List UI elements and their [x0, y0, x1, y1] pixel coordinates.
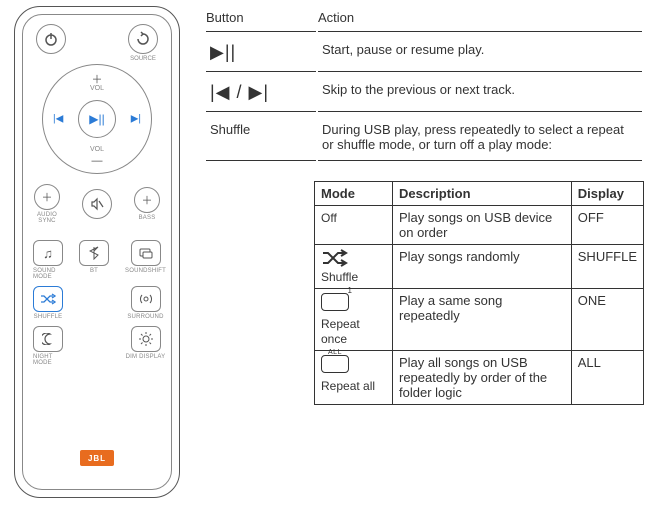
play-pause-icon: ▶|| [206, 34, 316, 72]
bt-label: BT [90, 268, 98, 274]
brand-logo: JBL [80, 450, 114, 466]
source-label: SOURCE [130, 56, 156, 62]
col-desc: Description [393, 182, 572, 206]
mode-table: Mode Description Display Off Play songs … [314, 181, 644, 405]
mode-repeat-all-disp: ALL [571, 351, 643, 405]
vol-label-top: VOL [90, 85, 104, 92]
night-mode-button [33, 326, 63, 352]
mode-repeat-once: Repeat once [321, 317, 360, 346]
vol-label-bot: VOL [90, 146, 104, 153]
next-track-icon: ▶| [131, 114, 141, 125]
col-action: Action [318, 6, 642, 32]
soundshift-label: SOUNDSHIFT [125, 268, 166, 274]
col-mode: Mode [315, 182, 393, 206]
mute-button [82, 189, 112, 219]
mode-repeat-all-desc: Play all songs on USB repeatedly by orde… [393, 351, 572, 405]
remote-control-diagram: SOURCE ＋ VOL VOL — |◀ ▶| ▶|| ＋ AUDIO SYN… [8, 2, 186, 502]
skip-icon: |◀ / ▶| [206, 74, 316, 112]
vol-down-icon: — [92, 155, 103, 167]
repeat-all-icon: ALL [321, 355, 386, 376]
sound-mode-button: ♫ [33, 240, 63, 266]
mode-shuffle: Shuffle [321, 270, 358, 284]
power-button [36, 24, 66, 54]
repeat-once-icon: 1 [321, 293, 386, 314]
shuffle-icon [321, 249, 386, 267]
mode-repeat-all: Repeat all [321, 379, 375, 393]
mode-off-disp: OFF [571, 206, 643, 245]
col-display: Display [571, 182, 643, 206]
audio-sync-label: AUDIO SYNC [37, 212, 57, 224]
surround-label: SURROUND [127, 314, 163, 320]
nav-wheel: ＋ VOL VOL — |◀ ▶| ▶|| [42, 64, 152, 174]
bt-button [79, 240, 109, 266]
source-button [128, 24, 158, 54]
sound-mode-label: SOUND MODE [33, 268, 63, 280]
surround-button [131, 286, 161, 312]
skip-desc: Skip to the previous or next track. [318, 74, 642, 112]
bass-label: BASS [139, 215, 156, 221]
col-button: Button [206, 6, 316, 32]
mode-repeat-once-desc: Play a same song repeatedly [393, 289, 572, 351]
play-pause-desc: Start, pause or resume play. [318, 34, 642, 72]
shuffle-button [33, 286, 63, 312]
night-mode-label: NIGHT MODE [33, 354, 63, 366]
soundshift-button [131, 240, 161, 266]
mode-off: Off [321, 211, 337, 225]
mode-shuffle-disp: SHUFFLE [571, 245, 643, 289]
play-pause-button: ▶|| [78, 100, 116, 138]
mode-shuffle-desc: Play songs randomly [393, 245, 572, 289]
prev-track-icon: |◀ [53, 114, 63, 125]
mode-repeat-once-disp: ONE [571, 289, 643, 351]
shuffle-label: SHUFFLE [34, 314, 63, 320]
audio-sync-button: ＋ [34, 184, 60, 210]
shuffle-desc: During USB play, press repeatedly to sel… [318, 114, 642, 161]
bass-button: ＋ [134, 187, 160, 213]
dim-display-label: DIM DISPLAY [126, 354, 166, 360]
mode-off-desc: Play songs on USB device on order [393, 206, 572, 245]
button-action-table: Button Action ▶|| Start, pause or resume… [204, 4, 644, 163]
dim-display-button [131, 326, 161, 352]
shuffle-name: Shuffle [206, 114, 316, 161]
